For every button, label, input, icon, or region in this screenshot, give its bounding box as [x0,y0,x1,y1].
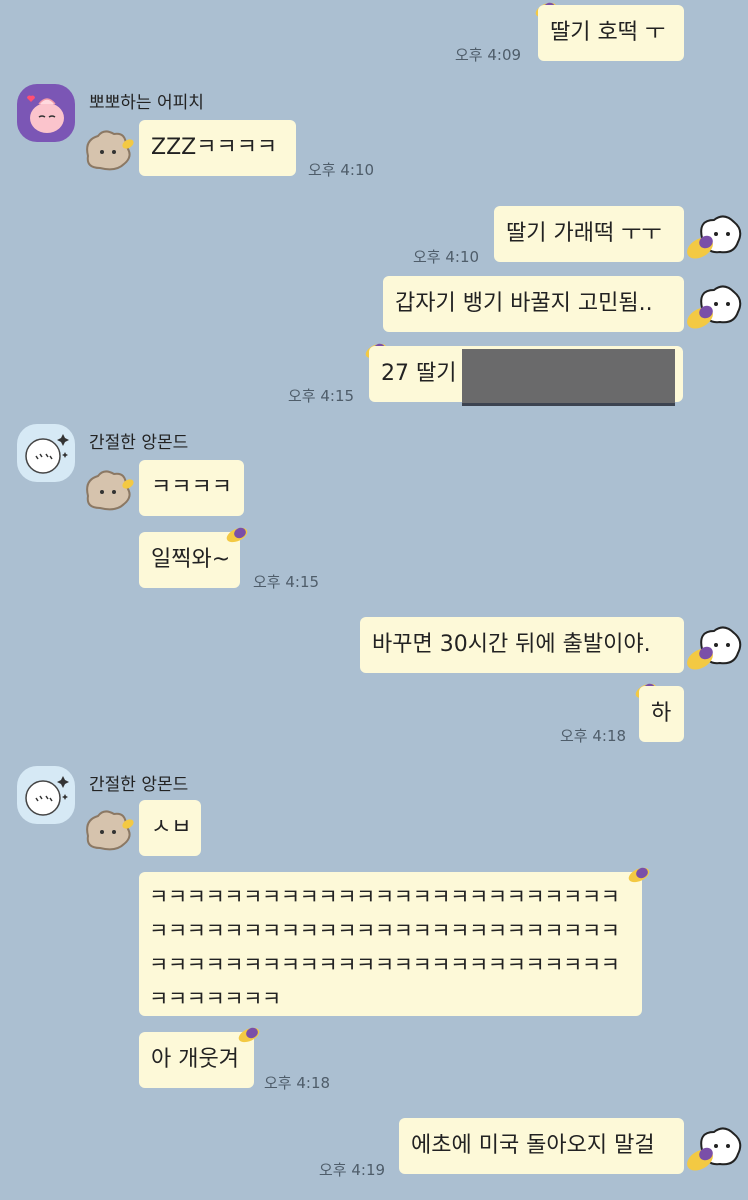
sweet-potato-icon [238,1027,260,1043]
beige-blob-mascot-icon [86,470,134,511]
blurred-image[interactable] [462,349,675,406]
message-time: 오후 4:19 [319,1161,386,1179]
message-bubble[interactable]: ㅅㅂ [139,800,201,856]
message-time: 오후 4:15 [288,387,355,405]
message-time: 오후 4:09 [455,46,522,64]
message-time: 오후 4:18 [264,1074,331,1092]
message-bubble[interactable]: ㅋㅋㅋㅋㅋㅋㅋㅋㅋㅋㅋㅋㅋㅋㅋㅋㅋㅋㅋㅋㅋㅋㅋㅋㅋㅋㅋㅋㅋㅋㅋㅋㅋㅋㅋㅋㅋㅋㅋㅋ… [139,872,642,1016]
almond-character-icon [25,776,69,816]
white-blob-mascot-icon [687,285,742,329]
sender-name: 간절한 앙몬드 [89,775,189,795]
message-time: 오후 4:15 [253,573,320,591]
apeach-icon [27,95,64,133]
white-blob-mascot-icon [687,215,742,259]
white-blob-mascot-icon [687,626,742,670]
message-text: 27 딸기 [381,361,457,386]
sweet-potato-icon [226,527,248,543]
message-bubble[interactable]: 바꾸면 30시간 뒤에 출발이야. [360,617,684,673]
message-bubble[interactable]: 갑자기 뱅기 바꿀지 고민됨.. [383,276,684,332]
avatar[interactable] [17,424,75,482]
message-bubble[interactable]: ㅋㅋㅋㅋ [139,460,244,516]
message-time: 오후 4:10 [308,161,375,179]
message-time: 오후 4:10 [413,248,480,266]
beige-blob-mascot-icon [86,810,134,851]
white-blob-mascot-icon [687,1127,742,1171]
message-bubble[interactable]: 딸기 가래떡 ㅜㅜ [494,206,684,262]
message-time: 오후 4:18 [560,727,627,745]
message-bubble[interactable]: 하 [639,686,684,742]
sweet-potato-icon [628,867,650,883]
avatar[interactable] [17,84,75,142]
message-bubble[interactable]: ZZZㅋㅋㅋㅋ [139,120,296,176]
message-bubble[interactable]: 에초에 미국 돌아오지 말걸 [399,1118,684,1174]
sender-name: 간절한 앙몬드 [89,433,189,453]
beige-blob-mascot-icon [86,130,134,171]
avatar[interactable] [17,766,75,824]
message-bubble[interactable]: 딸기 호떡 ㅜ [538,5,684,61]
sender-name: 뽀뽀하는 어피치 [89,93,204,113]
almond-character-icon [25,434,69,474]
